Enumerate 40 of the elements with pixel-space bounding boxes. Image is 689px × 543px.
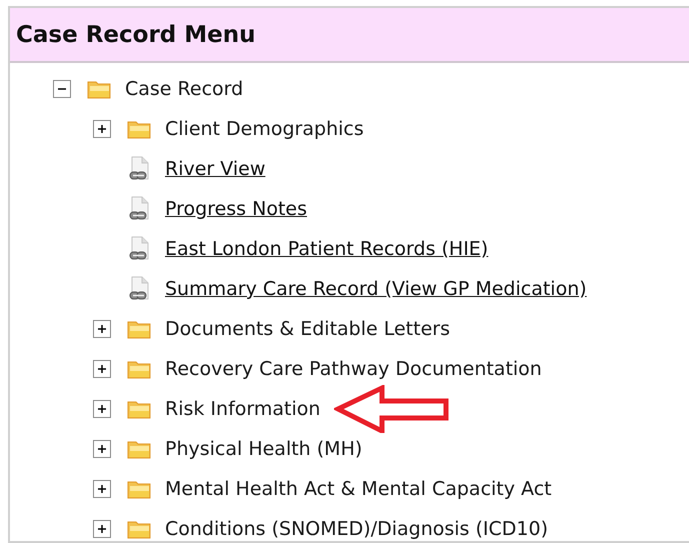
linked-document-icon — [129, 196, 151, 222]
folder-label[interactable]: Physical Health (MH) — [165, 438, 362, 460]
expand-toggle[interactable] — [93, 120, 111, 138]
expand-toggle[interactable] — [93, 480, 111, 498]
folder-label[interactable]: Conditions (SNOMED)/Diagnosis (ICD10) — [165, 518, 548, 540]
plus-icon — [97, 524, 107, 534]
expand-toggle[interactable] — [93, 440, 111, 458]
folder-icon — [127, 519, 151, 539]
plus-icon — [97, 404, 107, 414]
expand-toggle[interactable] — [93, 360, 111, 378]
expand-toggle[interactable] — [93, 520, 111, 538]
folder-icon — [87, 79, 111, 99]
panel-title: Case Record Menu — [16, 22, 256, 48]
plus-icon — [97, 444, 107, 454]
expand-toggle[interactable] — [93, 320, 111, 338]
document-link[interactable]: River View — [165, 158, 266, 180]
plus-icon — [97, 484, 107, 494]
plus-icon — [97, 124, 107, 134]
linked-document-icon — [129, 236, 151, 262]
expand-toggle[interactable] — [93, 400, 111, 418]
folder-label[interactable]: Client Demographics — [165, 118, 364, 140]
document-link[interactable]: Summary Care Record (View GP Medication) — [165, 278, 587, 300]
folder-label[interactable]: Documents & Editable Letters — [165, 318, 450, 340]
folder-icon — [127, 319, 151, 339]
plus-icon — [97, 364, 107, 374]
document-link[interactable]: East London Patient Records (HIE) — [165, 238, 488, 260]
folder-icon — [127, 359, 151, 379]
folder-label[interactable]: Mental Health Act & Mental Capacity Act — [165, 478, 552, 500]
document-link[interactable]: Progress Notes — [165, 198, 307, 220]
folder-label[interactable]: Case Record — [125, 78, 244, 100]
folder-label[interactable]: Risk Information — [165, 398, 320, 420]
folder-label[interactable]: Recovery Care Pathway Documentation — [165, 358, 542, 380]
linked-document-icon — [129, 276, 151, 302]
collapse-toggle[interactable] — [53, 80, 71, 98]
linked-document-icon — [129, 156, 151, 182]
plus-icon — [97, 324, 107, 334]
folder-icon — [127, 479, 151, 499]
folder-icon — [127, 399, 151, 419]
folder-icon — [127, 119, 151, 139]
folder-icon — [127, 439, 151, 459]
